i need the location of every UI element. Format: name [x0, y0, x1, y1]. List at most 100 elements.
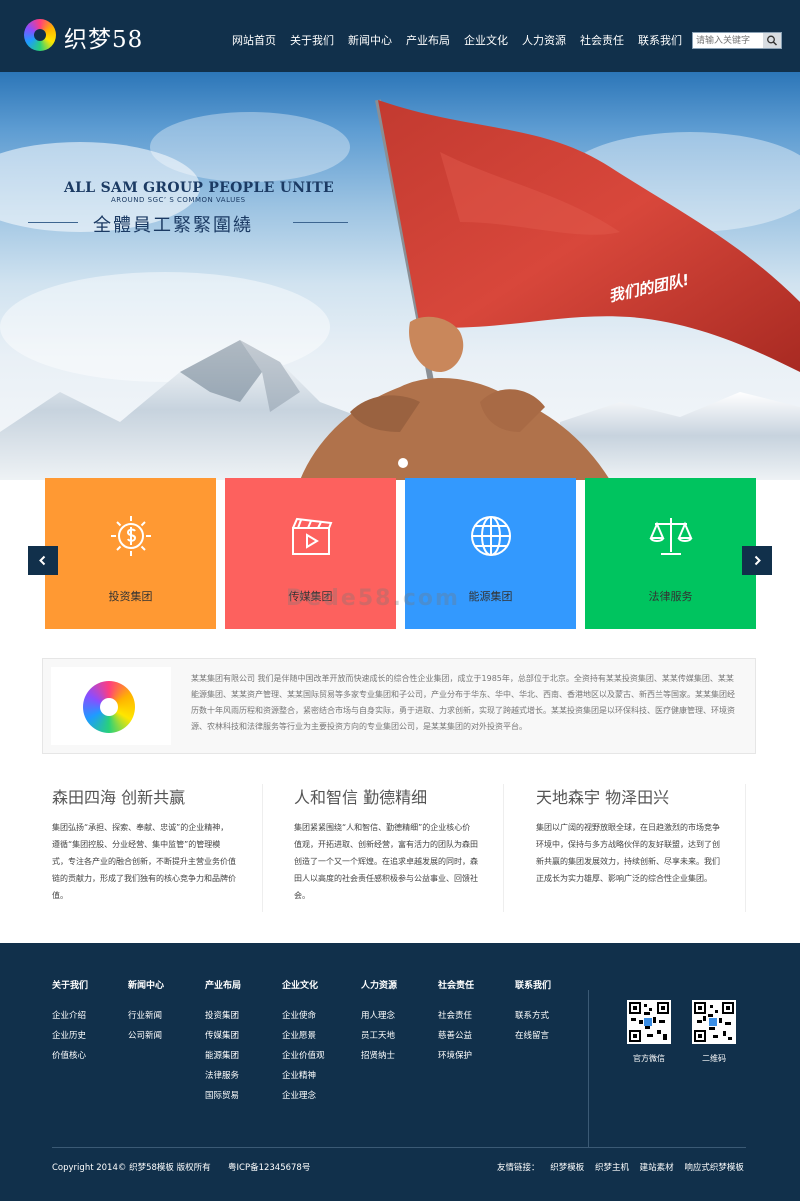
column-divider — [262, 784, 263, 912]
search-input[interactable] — [693, 33, 763, 48]
column-divider — [503, 784, 504, 912]
copyright: Copyright 2014© 织梦58模板 版权所有 — [52, 1163, 211, 1173]
scales-icon — [649, 518, 693, 555]
icp-number[interactable]: 粤ICP备12345678号 — [228, 1161, 310, 1173]
watermark: Dede58.com — [286, 586, 460, 611]
card-label: 投资集团 — [108, 590, 153, 603]
value-column-title: 人和智信 勤德精细 — [294, 788, 428, 807]
carousel-next-button[interactable] — [742, 546, 772, 575]
footer-link[interactable]: 企业历史 — [52, 1026, 88, 1046]
qr-code-2 — [692, 1000, 736, 1044]
friend-link[interactable]: 建站素材 — [640, 1163, 674, 1173]
search-button[interactable] — [763, 33, 781, 48]
footer-link[interactable]: 投资集团 — [205, 1006, 241, 1026]
footer-link[interactable]: 公司新闻 — [128, 1026, 164, 1046]
nav-item-responsibility[interactable]: 社会责任 — [580, 32, 624, 48]
footer-col-hr: 人力资源 用人理念 员工天地 招贤纳士 — [361, 978, 397, 1066]
footer-link[interactable]: 员工天地 — [361, 1026, 397, 1046]
footer-col-news: 新闻中心 行业新闻 公司新闻 — [128, 978, 164, 1046]
qr-code-wechat — [627, 1000, 671, 1044]
banner-divider — [28, 222, 78, 223]
qr-label: 二维码 — [702, 1054, 726, 1063]
footer-col-title: 产业布局 — [205, 981, 242, 991]
nav-item-culture[interactable]: 企业文化 — [464, 32, 508, 48]
footer-link[interactable]: 价值核心 — [52, 1046, 88, 1066]
about-section: 某某集团有限公司 我们是伴随中国改革开放而快速成长的综合性企业集团，成立于198… — [42, 658, 756, 754]
hero-banner: ALL SAM GROUP PEOPLE UNITE AROUND SGC’ S… — [0, 72, 800, 480]
footer-col-title: 关于我们 — [52, 981, 89, 991]
footer-link[interactable]: 在线留言 — [515, 1026, 551, 1046]
about-logo — [51, 667, 171, 745]
chevron-left-icon — [39, 555, 46, 566]
footer-divider — [588, 990, 589, 1147]
footer-col-about: 关于我们 企业介绍 企业历史 价值核心 — [52, 978, 88, 1066]
nav-item-hr[interactable]: 人力资源 — [522, 32, 566, 48]
nav-item-about[interactable]: 关于我们 — [290, 32, 334, 48]
value-column-title: 森田四海 创新共赢 — [52, 788, 186, 807]
footer-link[interactable]: 招贤纳士 — [361, 1046, 397, 1066]
footer-col-title: 社会责任 — [438, 981, 475, 991]
money-bulb-icon — [111, 516, 151, 556]
footer-link[interactable]: 企业价值观 — [282, 1046, 325, 1066]
footer-link[interactable]: 企业精神 — [282, 1066, 325, 1086]
nav-item-news[interactable]: 新闻中心 — [348, 32, 392, 48]
footer-link[interactable]: 联系方式 — [515, 1006, 551, 1026]
qr-code-icon — [694, 1002, 734, 1042]
banner-divider — [293, 222, 348, 223]
footer-col-title: 新闻中心 — [128, 981, 165, 991]
footer-link[interactable]: 行业新闻 — [128, 1006, 164, 1026]
value-column-text: 集团以广阔的视野放眼全球，在日趋激烈的市场竞争环境中，保持与多方战略伙伴的友好联… — [536, 823, 720, 883]
site-header: 织梦58 网站首页 关于我们 新闻中心 产业布局 企业文化 人力资源 社会责任 … — [0, 0, 800, 72]
search-icon — [767, 35, 778, 46]
site-logo[interactable]: 织梦58 — [24, 18, 148, 53]
footer-col-industry: 产业布局 投资集团 传媒集团 能源集团 法律服务 国际贸易 — [205, 978, 241, 1106]
nav-item-industry[interactable]: 产业布局 — [406, 32, 450, 48]
footer-link[interactable]: 法律服务 — [205, 1066, 241, 1086]
banner-en-subtitle: AROUND SGC’ S COMMON VALUES — [111, 196, 246, 204]
friend-links-label: 友情链接： — [497, 1163, 540, 1173]
logo-swirl-icon — [24, 19, 56, 51]
footer-col-contact: 联系我们 联系方式 在线留言 — [515, 978, 551, 1046]
card-label: 法律服务 — [648, 590, 693, 603]
value-column: 森田四海 创新共赢 集团弘扬“承担、探索、奉献、忠诚”的企业精神，遵循“集团控股… — [52, 784, 252, 904]
footer-col-title: 联系我们 — [515, 981, 552, 991]
film-clapper-icon — [292, 517, 333, 555]
search-box — [692, 32, 782, 49]
slide-indicator-dot[interactable] — [398, 458, 408, 468]
footer-link[interactable]: 企业介绍 — [52, 1006, 88, 1026]
card-investment[interactable]: 投资集团 — [45, 478, 216, 629]
footer-link[interactable]: 国际贸易 — [205, 1086, 241, 1106]
logo-swirl-icon — [83, 681, 135, 733]
qr-code-icon — [629, 1002, 669, 1042]
column-divider — [745, 784, 746, 912]
footer-link[interactable]: 能源集团 — [205, 1046, 241, 1066]
friend-link[interactable]: 织梦主机 — [595, 1163, 629, 1173]
footer-link[interactable]: 慈善公益 — [438, 1026, 474, 1046]
footer-link[interactable]: 社会责任 — [438, 1006, 474, 1026]
friend-link[interactable]: 织梦模板 — [550, 1163, 584, 1173]
footer-link[interactable]: 环境保护 — [438, 1046, 474, 1066]
footer-divider — [52, 1147, 746, 1148]
about-text: 某某集团有限公司 我们是伴随中国改革开放而快速成长的综合性企业集团，成立于198… — [191, 674, 735, 731]
nav-item-home[interactable]: 网站首页 — [232, 32, 276, 48]
qr-label: 官方微信 — [633, 1054, 665, 1063]
footer-link[interactable]: 企业理念 — [282, 1086, 325, 1106]
banner-cn-title: 全體員工緊緊圍繞 — [93, 215, 253, 236]
carousel-prev-button[interactable] — [28, 546, 58, 575]
footer-col-title: 企业文化 — [282, 981, 319, 991]
footer-link[interactable]: 用人理念 — [361, 1006, 397, 1026]
card-legal[interactable]: 法律服务 — [585, 478, 756, 629]
nav-item-contact[interactable]: 联系我们 — [638, 32, 682, 48]
value-column-text: 集团弘扬“承担、探索、奉献、忠诚”的企业精神，遵循“集团控股、分业经营、集中监管… — [52, 823, 236, 900]
footer-link[interactable]: 企业使命 — [282, 1006, 325, 1026]
value-column: 人和智信 勤德精细 集团紧紧围绕“人和智信、勤德精细”的企业核心价值观，开拓进取… — [294, 784, 494, 904]
footer-link[interactable]: 传媒集团 — [205, 1026, 241, 1046]
footer-col-culture: 企业文化 企业使命 企业愿景 企业价值观 企业精神 企业理念 — [282, 978, 325, 1106]
value-column-title: 天地森宇 物泽田兴 — [536, 788, 670, 807]
site-footer: 关于我们 企业介绍 企业历史 价值核心 新闻中心 行业新闻 公司新闻 产业布局 … — [0, 943, 800, 1201]
friend-link[interactable]: 响应式织梦模板 — [684, 1163, 744, 1173]
footer-link[interactable]: 企业愿景 — [282, 1026, 325, 1046]
chevron-right-icon — [754, 555, 761, 566]
footer-col-title: 人力资源 — [361, 981, 398, 991]
value-column-text: 集团紧紧围绕“人和智信、勤德精细”的企业核心价值观，开拓进取、创新经营，富有活力… — [294, 823, 478, 900]
